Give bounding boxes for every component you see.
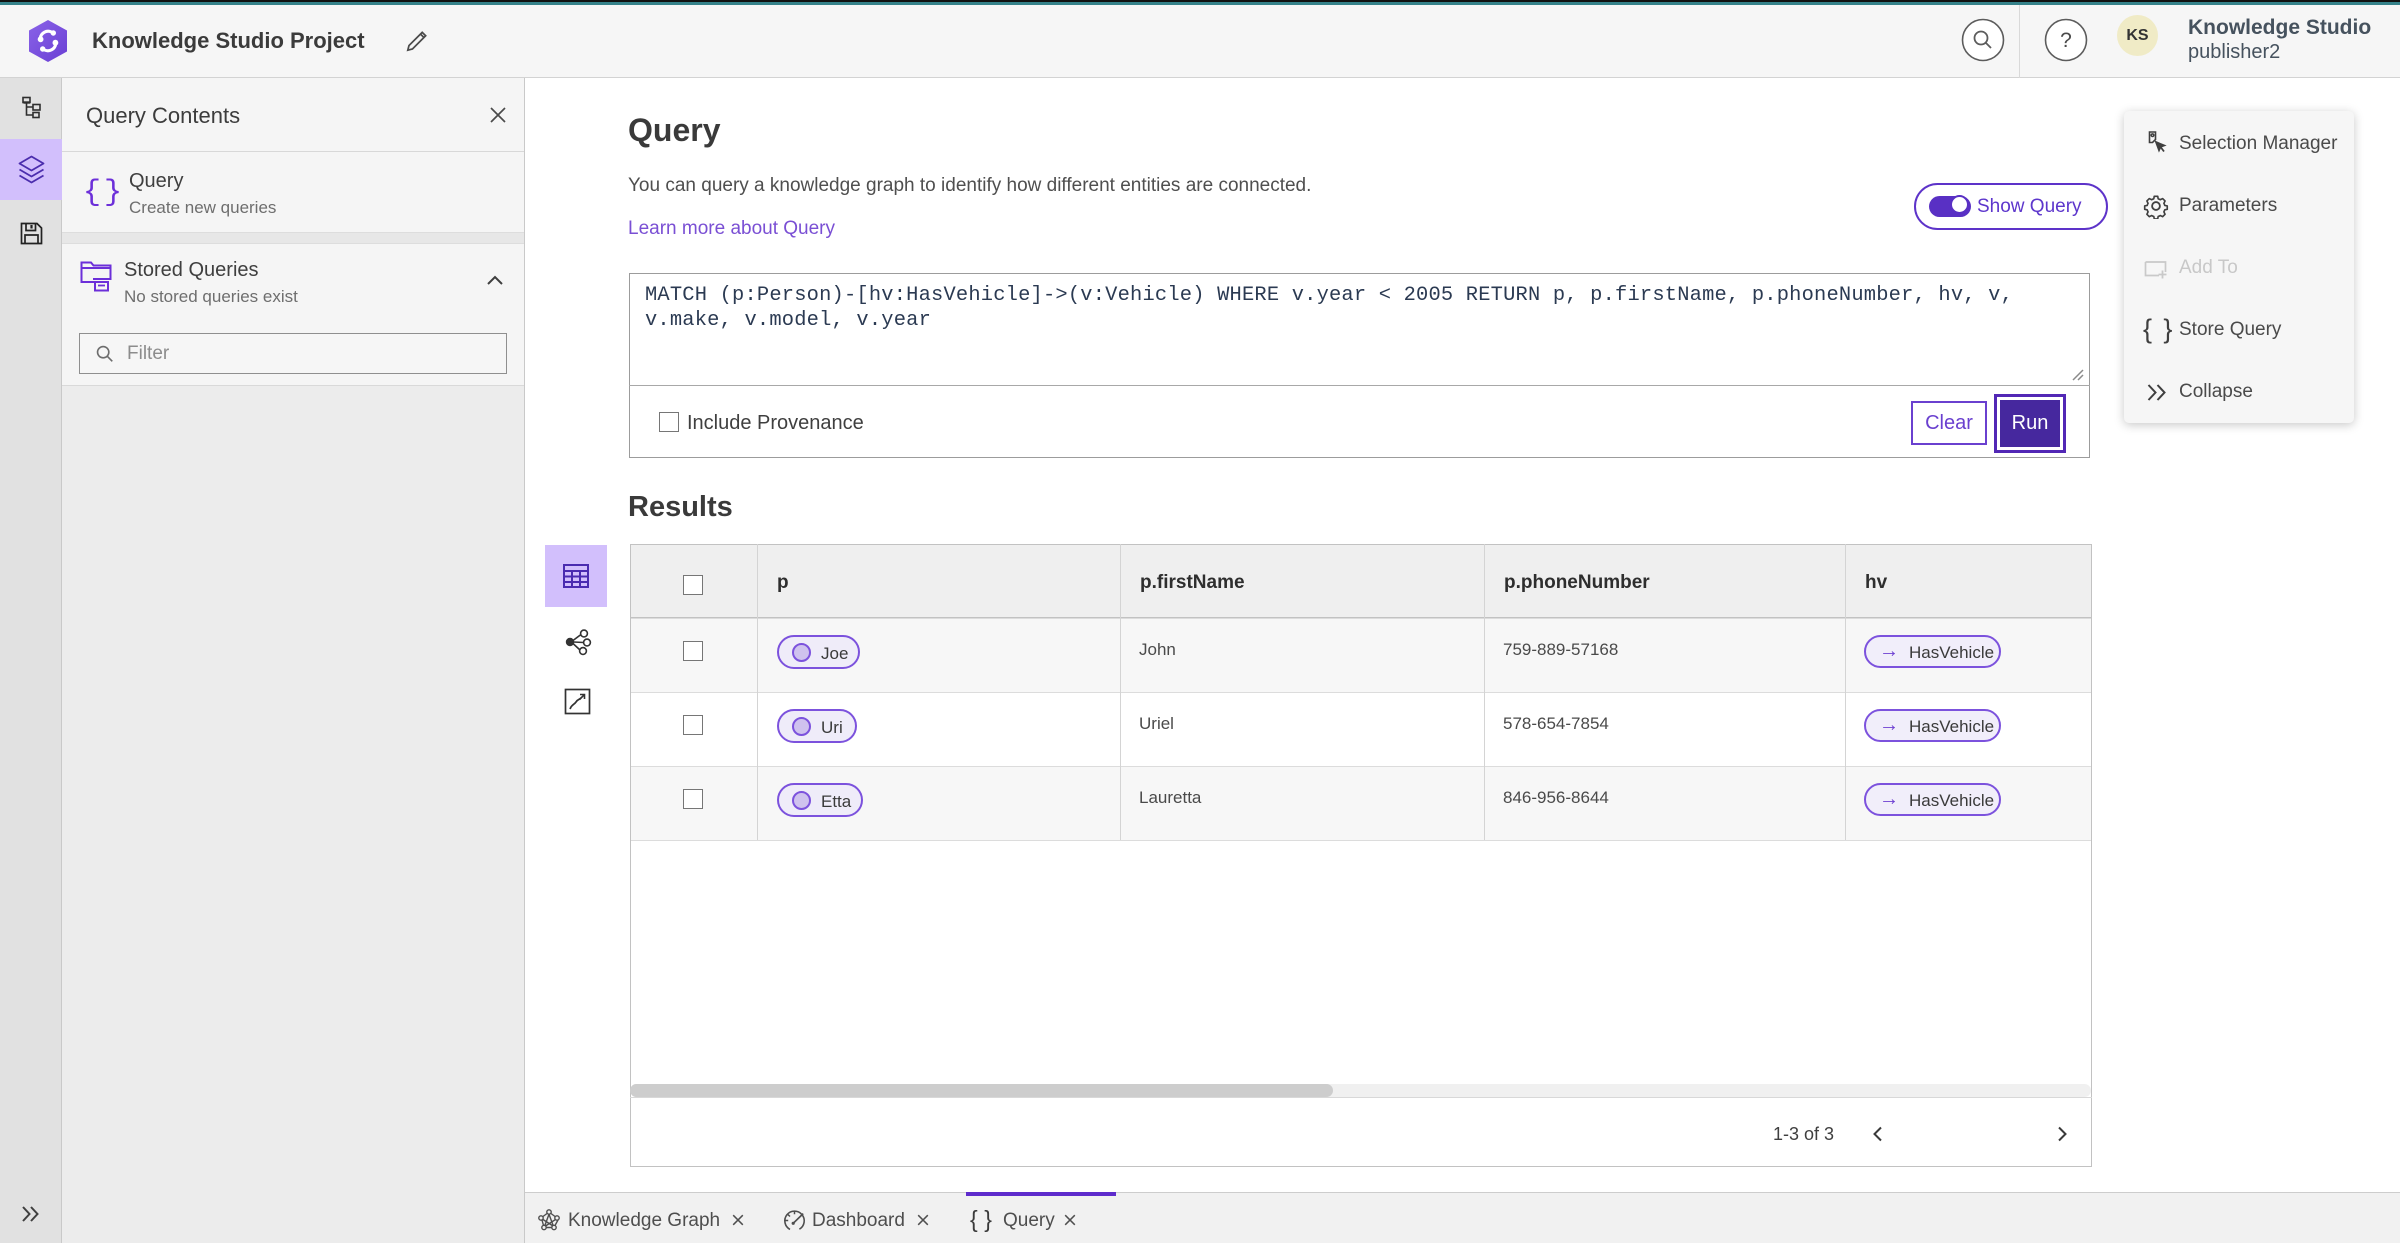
svg-text:?: ? bbox=[2060, 29, 2072, 52]
